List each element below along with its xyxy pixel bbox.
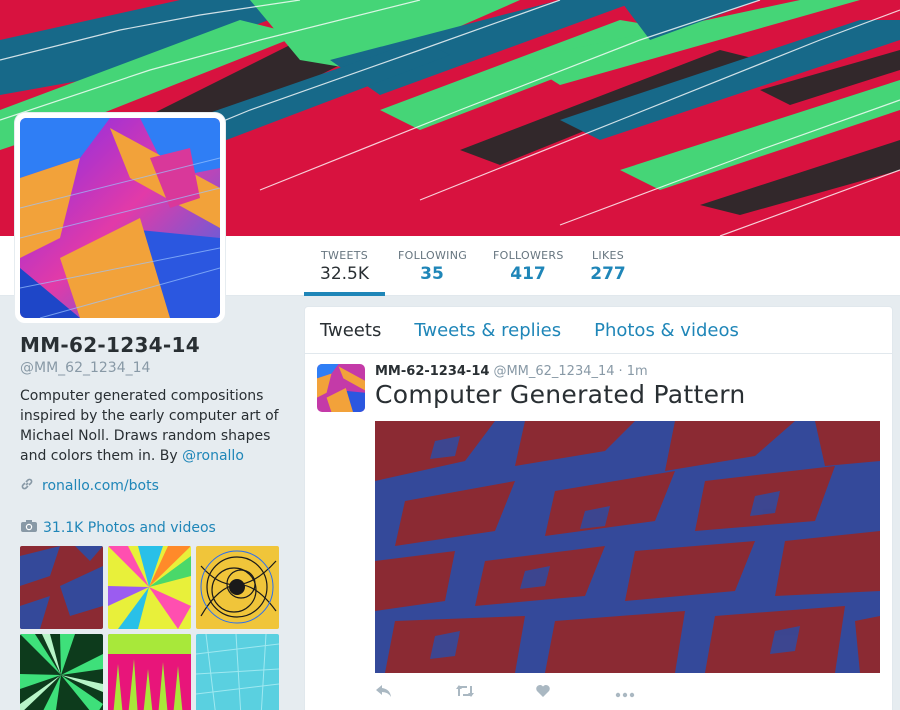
stat-label: FOLLOWING <box>398 249 468 262</box>
more-icon[interactable] <box>615 683 695 703</box>
stat-tweets[interactable]: TWEETS 32.5K <box>304 236 385 296</box>
profile-handle[interactable]: @MM_62_1234_14 <box>20 360 282 376</box>
photo-thumbnail[interactable] <box>196 634 279 710</box>
tweet-author-handle[interactable]: @MM_62_1234_14 <box>493 364 614 379</box>
stat-value: 32.5K <box>320 264 369 284</box>
tweet-timestamp[interactable]: 1m <box>627 364 648 379</box>
stat-label: TWEETS <box>321 249 368 262</box>
profile-bio: Computer generated compositions inspired… <box>20 386 282 466</box>
stat-value: 277 <box>590 264 626 284</box>
bio-mention-link[interactable]: @ronallo <box>182 448 244 464</box>
photo-grid <box>20 546 282 710</box>
tab-photos-videos[interactable]: Photos & videos <box>594 320 739 341</box>
photos-header[interactable]: 31.1K Photos and videos <box>20 519 282 537</box>
photo-thumbnail[interactable] <box>196 546 279 629</box>
timeline-tabs: Tweets Tweets & replies Photos & videos <box>305 307 892 354</box>
retweet-icon[interactable] <box>455 683 535 703</box>
reply-icon[interactable] <box>375 683 455 703</box>
stat-likes[interactable]: LIKES 277 <box>588 236 628 296</box>
photo-thumbnail[interactable] <box>108 634 191 710</box>
stat-label: LIKES <box>591 249 625 262</box>
stat-value: 35 <box>420 264 444 284</box>
tweet-header: MM-62-1234-14 @MM_62_1234_14 · 1m <box>375 364 880 379</box>
tweet-author-name[interactable]: MM-62-1234-14 <box>375 364 489 379</box>
heart-icon[interactable] <box>535 683 615 703</box>
photo-thumbnail[interactable] <box>20 546 103 629</box>
stat-value: 417 <box>510 264 546 284</box>
stat-following[interactable]: FOLLOWING 35 <box>398 236 468 296</box>
profile-sidebar: MM-62-1234-14 @MM_62_1234_14 Computer ge… <box>20 333 282 710</box>
tab-tweets[interactable]: Tweets <box>320 320 381 341</box>
profile-website[interactable]: ronallo.com/bots <box>20 477 282 495</box>
profile-name[interactable]: MM-62-1234-14 <box>20 333 282 357</box>
photo-thumbnail[interactable] <box>108 546 191 629</box>
tweet-actions <box>375 683 880 703</box>
tweet-media-image[interactable] <box>375 421 880 673</box>
timeline: Tweets Tweets & replies Photos & videos … <box>304 306 893 710</box>
tweet-avatar[interactable] <box>317 364 365 412</box>
tab-tweets-replies[interactable]: Tweets & replies <box>414 320 561 341</box>
link-icon <box>20 477 34 495</box>
camera-icon <box>20 519 38 537</box>
stat-label: FOLLOWERS <box>493 249 564 262</box>
photos-label: 31.1K Photos and videos <box>43 520 216 536</box>
stat-followers[interactable]: FOLLOWERS 417 <box>493 236 563 296</box>
photo-thumbnail[interactable] <box>20 634 103 710</box>
tweet[interactable]: MM-62-1234-14 @MM_62_1234_14 · 1m Comput… <box>305 354 892 703</box>
website-link[interactable]: ronallo.com/bots <box>42 478 159 494</box>
profile-avatar[interactable] <box>15 113 225 323</box>
tweet-separator: · <box>618 364 623 379</box>
tweet-text: Computer Generated Pattern <box>375 380 746 409</box>
